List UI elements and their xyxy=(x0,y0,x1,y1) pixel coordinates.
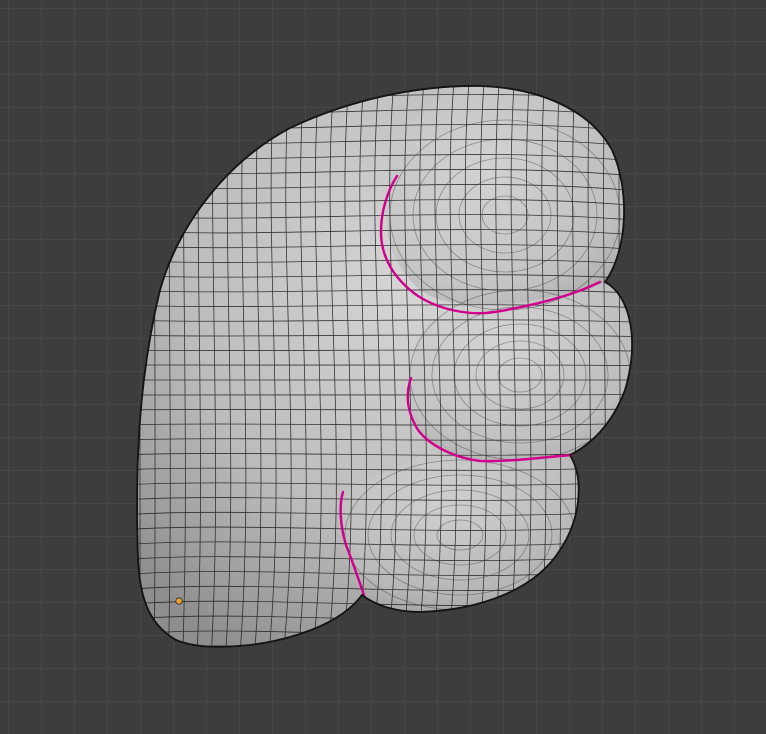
mesh-object[interactable] xyxy=(0,0,766,734)
mesh-edge xyxy=(120,657,650,666)
object-origin-icon[interactable] xyxy=(175,597,183,605)
mesh-edge xyxy=(137,85,633,89)
mesh-edge xyxy=(634,70,635,660)
3d-viewport[interactable] xyxy=(0,0,766,734)
